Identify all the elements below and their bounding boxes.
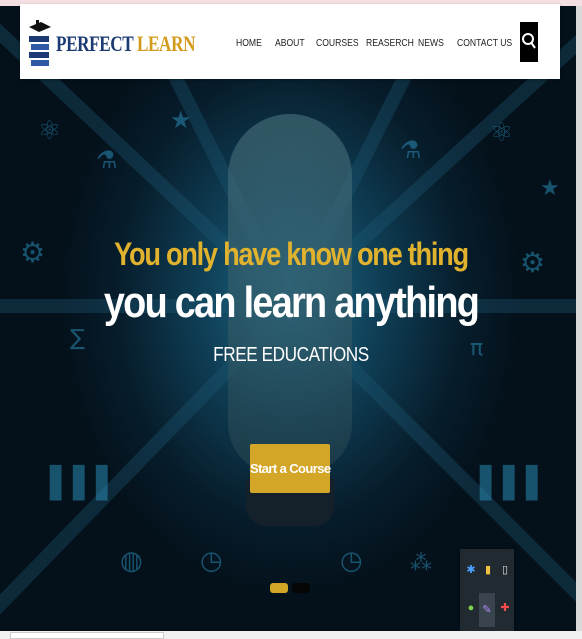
clock-icon: ◷: [340, 546, 363, 576]
search-button[interactable]: [520, 22, 538, 62]
nav-contact[interactable]: CONTACT US: [457, 37, 512, 49]
carousel-dot-1[interactable]: [270, 583, 288, 593]
usb-drive-icon[interactable]: ▮: [479, 561, 497, 579]
abacus-icon: ⁂: [410, 551, 432, 576]
flashdrive-icon[interactable]: ▯: [496, 561, 514, 579]
pen-icon[interactable]: ✎: [479, 593, 495, 627]
antivirus-icon[interactable]: ✚: [496, 599, 514, 617]
search-icon: [522, 33, 536, 49]
start-course-button[interactable]: Start a Course: [250, 444, 331, 493]
navbar: PERFECT LEARN HOME ABOUT COURSES REASERC…: [20, 4, 560, 79]
system-tray-popup: ✱ ▮ ▯ ● ✎ ✚: [460, 549, 514, 631]
hero-subheading: FREE EDUCATIONS: [213, 344, 369, 366]
nav-home[interactable]: HOME: [236, 37, 262, 49]
atom-icon: ⚛: [490, 118, 514, 148]
gear-icon: ⚙: [20, 236, 46, 269]
clock-icon: ◷: [200, 546, 223, 576]
star-icon: ★: [540, 176, 560, 201]
brand-name-part1: PERFECT: [56, 31, 134, 56]
nav-research[interactable]: REASERCH: [366, 37, 414, 49]
bar-chart-icon: ▌▌▌: [480, 466, 550, 501]
brand-name-part2: LEARN: [136, 31, 196, 56]
nav-news[interactable]: NEWS: [418, 37, 444, 49]
hero-headline-large: you can learn anything: [103, 278, 480, 327]
star-icon: ★: [170, 106, 192, 134]
carousel-dot-2[interactable]: [292, 583, 310, 593]
scrollbar[interactable]: [576, 6, 582, 631]
taskbar: [0, 631, 582, 639]
atom-icon: ⚛: [38, 116, 62, 146]
brand-name[interactable]: PERFECT LEARN: [56, 31, 195, 57]
nav-courses[interactable]: COURSES: [316, 37, 359, 49]
flask-icon: ⚗: [400, 136, 422, 164]
android-icon[interactable]: ●: [462, 599, 480, 617]
taskbar-search-field[interactable]: [10, 632, 164, 639]
logo-icon: [29, 20, 51, 66]
globe-icon: ◍: [120, 546, 143, 576]
flask-icon: ⚗: [96, 146, 118, 174]
bar-chart-icon: ▌▌▌: [50, 466, 120, 501]
nav-about[interactable]: ABOUT: [275, 37, 305, 49]
hero-headline-small: You only have know one thing: [114, 236, 469, 272]
bluetooth-icon[interactable]: ✱: [462, 561, 480, 579]
hero-banner: ⚛ ⚗ ★ ⚛ ⚗ ★ ⚙ ⚙ ∑ π ▌▌▌ ▌▌▌ ◍ ◷ ◷ ⁂ You …: [0, 6, 582, 631]
